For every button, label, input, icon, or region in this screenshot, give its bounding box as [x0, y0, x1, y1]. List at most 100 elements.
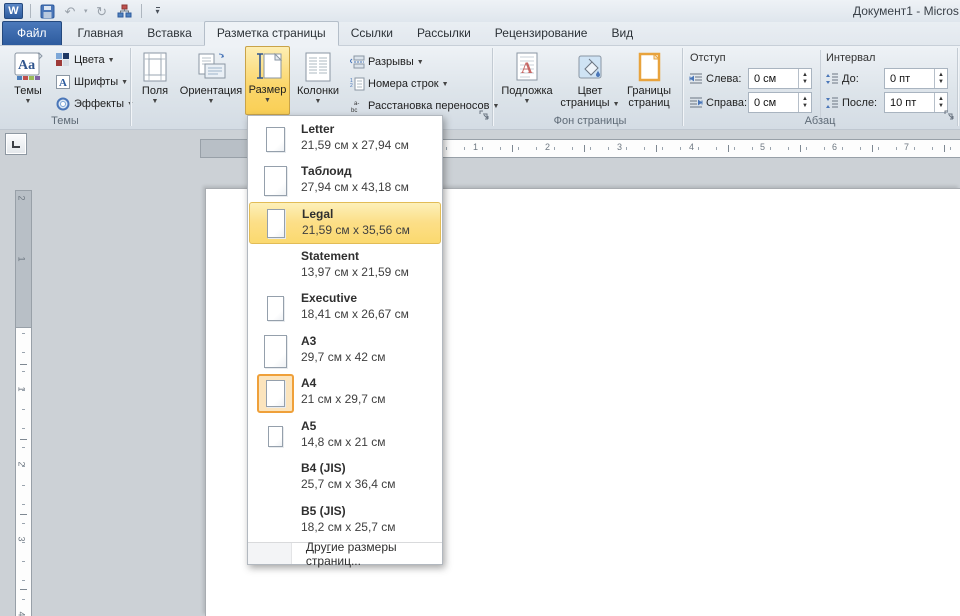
- svg-text:A: A: [521, 60, 533, 77]
- paper-icon: [267, 209, 285, 238]
- tab-file[interactable]: Файл: [2, 21, 62, 45]
- watermark-icon: A: [512, 52, 542, 82]
- paper-icon: [267, 296, 284, 321]
- ribbon: Aa Темы ▼ Цвета▼ A Шрифты▼ Эффекты▼ Те: [0, 46, 960, 130]
- group-label-paragraph: Абзац: [750, 115, 890, 127]
- paper-icon: [264, 166, 287, 196]
- menu-item-executive[interactable]: Executive 18,41 см x 26,67 см: [249, 287, 441, 329]
- paper-size-menu: Letter 21,59 см x 27,94 см Таблоид 27,94…: [247, 115, 443, 565]
- ruler-top-margin: 2 1: [16, 191, 31, 328]
- divider: [141, 4, 142, 18]
- theme-fonts-icon: A: [55, 74, 71, 90]
- indent-right-spinner[interactable]: 0 см ▲▼: [748, 92, 812, 113]
- indent-right-label: Справа:: [688, 96, 747, 110]
- tab-mailings[interactable]: Рассылки: [405, 22, 483, 45]
- quick-access-toolbar: W ↶ ▾ ↻ ▾: [4, 2, 167, 20]
- theme-colors-button[interactable]: Цвета▼: [55, 52, 115, 68]
- paper-icon: [266, 380, 285, 407]
- spinner-arrows[interactable]: ▲▼: [934, 69, 947, 88]
- svg-text:a-: a-: [354, 101, 359, 107]
- hyphenation-icon: a-bc: [349, 98, 365, 114]
- paper-size-icon: [253, 51, 283, 81]
- spacing-before-label: До:: [824, 72, 859, 86]
- title-bar: W ↶ ▾ ↻ ▾ Документ1 - Micros: [0, 0, 960, 22]
- paper-icon: [266, 127, 285, 152]
- tab-view[interactable]: Вид: [599, 22, 645, 45]
- tab-review[interactable]: Рецензирование: [483, 22, 600, 45]
- menu-item-letter[interactable]: Letter 21,59 см x 27,94 см: [249, 118, 441, 160]
- tab-home[interactable]: Главная: [66, 22, 136, 45]
- tab-insert[interactable]: Вставка: [135, 22, 204, 45]
- themes-icon: Aa: [13, 52, 43, 82]
- spacing-before-spinner[interactable]: 0 пт ▲▼: [884, 68, 948, 89]
- word-logo-icon[interactable]: W: [4, 3, 23, 19]
- breaks-button[interactable]: Разрывы▼: [349, 54, 424, 70]
- group-separator: [130, 48, 131, 126]
- indent-title: Отступ: [690, 52, 726, 64]
- svg-text:A: A: [59, 77, 67, 89]
- redo-icon: ↻: [96, 5, 107, 18]
- menu-item-a3[interactable]: A3 29,7 см x 42 см: [249, 330, 441, 372]
- page-color-button[interactable]: Цвет страницы ▼: [560, 48, 620, 116]
- menu-item-tabloid[interactable]: Таблоид 27,94 см x 43,18 см: [249, 160, 441, 202]
- themes-button[interactable]: Aa Темы ▼: [5, 48, 51, 116]
- menu-item-b5-jis[interactable]: B5 (JIS) 18,2 см x 25,7 см: [249, 500, 441, 542]
- tab-stop-selector[interactable]: [5, 133, 27, 155]
- window-title: Документ1 - Micros: [853, 4, 959, 18]
- spinner-arrows[interactable]: ▲▼: [798, 69, 811, 88]
- save-icon: [40, 4, 55, 19]
- undo-button[interactable]: ↶: [61, 2, 79, 20]
- tab-references[interactable]: Ссылки: [339, 22, 405, 45]
- svg-text:Aa: Aa: [18, 58, 35, 73]
- undo-dropdown-arrow[interactable]: ▾: [84, 7, 88, 15]
- chevron-down-icon: ▼: [315, 99, 322, 105]
- paper-icon: [268, 426, 283, 447]
- paragraph-dialog-launcher[interactable]: [944, 110, 956, 122]
- hyphenation-button[interactable]: a-bc Расстановка переносов▼: [349, 98, 499, 114]
- selected-item-box: [257, 374, 294, 413]
- indent-right-icon: [688, 96, 703, 110]
- size-button[interactable]: Размер ▼: [245, 46, 290, 115]
- page-setup-dialog-launcher[interactable]: [479, 110, 491, 122]
- indent-left-spinner[interactable]: 0 см ▲▼: [748, 68, 812, 89]
- ruler-text-area: 1 2 3 4 5 6 7: [401, 140, 960, 157]
- ribbon-tab-bar: Файл Главная Вставка Разметка страницы С…: [0, 22, 960, 46]
- theme-effects-button[interactable]: Эффекты▼: [55, 96, 134, 112]
- line-numbers-icon: 12: [349, 76, 365, 92]
- line-numbers-button[interactable]: 12 Номера строк▼: [349, 76, 449, 92]
- menu-item-a4-selected[interactable]: A4 21 см x 29,7 см: [249, 372, 441, 414]
- vertical-ruler[interactable]: 2 1 1 2 3 4: [15, 190, 32, 616]
- menu-item-statement[interactable]: Statement 13,97 см x 21,59 см: [249, 245, 441, 287]
- chevron-down-icon: ▼: [613, 101, 620, 108]
- spinner-arrows[interactable]: ▲▼: [798, 93, 811, 112]
- orientation-button[interactable]: Ориентация ▼: [179, 48, 243, 116]
- chevron-down-icon: ▼: [524, 99, 531, 105]
- group-separator: [682, 48, 683, 126]
- group-label-page-background: Фон страницы: [520, 115, 660, 127]
- columns-button[interactable]: Колонки ▼: [292, 48, 344, 116]
- tab-page-layout[interactable]: Разметка страницы: [204, 21, 339, 46]
- theme-colors-icon: [55, 52, 71, 68]
- spacing-before-icon: [824, 72, 839, 86]
- orientation-icon: [195, 52, 227, 82]
- more-paper-sizes-item[interactable]: Другие размеры страниц...: [248, 543, 442, 564]
- page-borders-button[interactable]: Границы страниц: [620, 48, 678, 116]
- customize-qat-button[interactable]: ▾: [149, 2, 167, 20]
- chevron-down-icon: ▼: [25, 99, 32, 105]
- indent-left-label: Слева:: [688, 72, 741, 86]
- watermark-button[interactable]: A Подложка ▼: [498, 48, 556, 116]
- spacing-after-spinner[interactable]: 10 пт ▲▼: [884, 92, 948, 113]
- menu-item-b4-jis[interactable]: B4 (JIS) 25,7 см x 36,4 см: [249, 457, 441, 499]
- save-button[interactable]: [38, 2, 56, 20]
- theme-fonts-button[interactable]: A Шрифты▼: [55, 74, 128, 90]
- diagram-button[interactable]: [116, 2, 134, 20]
- group-label-themes: Темы: [20, 115, 110, 127]
- redo-button[interactable]: ↻: [93, 2, 111, 20]
- menu-item-a5[interactable]: A5 14,8 см x 21 см: [249, 415, 441, 457]
- menu-item-legal[interactable]: Legal 21,59 см x 35,56 см: [249, 202, 441, 244]
- margins-button[interactable]: Поля ▼: [133, 48, 177, 116]
- chevron-down-icon: ▼: [152, 99, 159, 105]
- group-separator: [957, 48, 958, 126]
- page-break-icon: [349, 54, 365, 70]
- spacing-title: Интервал: [826, 52, 875, 64]
